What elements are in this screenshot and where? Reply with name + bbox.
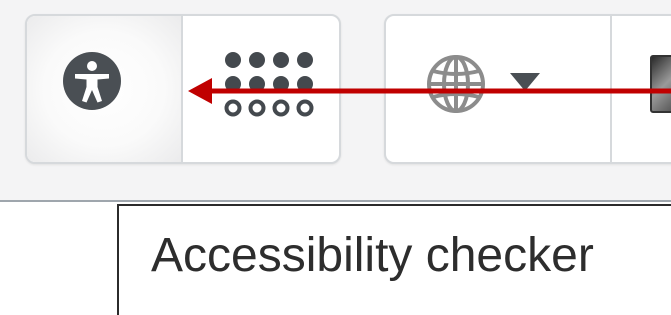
toolbar-divider (0, 200, 671, 202)
accessibility-checker-tooltip: Accessibility checker (117, 204, 671, 315)
tooltip-text: Accessibility checker (151, 229, 594, 282)
arrow-left-icon (188, 78, 671, 104)
screenshot-stage: Accessibility checker (0, 0, 671, 315)
accessibility-person-icon (63, 52, 121, 110)
